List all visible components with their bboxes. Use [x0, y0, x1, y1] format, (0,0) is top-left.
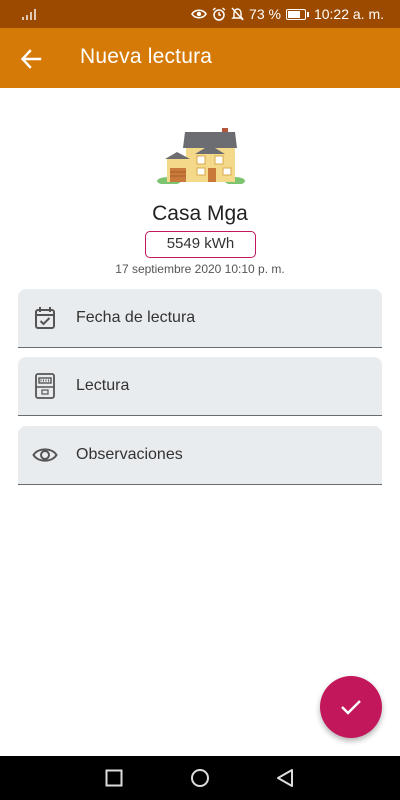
date-field[interactable]: Fecha de lectura: [18, 289, 382, 348]
home-button[interactable]: [190, 768, 210, 788]
reading-timestamp: 17 septiembre 2020 10:10 p. m.: [115, 262, 285, 276]
home-circle-icon: [191, 769, 209, 787]
check-icon: [341, 700, 361, 715]
back-button[interactable]: [18, 46, 44, 72]
observations-field[interactable]: Observaciones: [18, 426, 382, 485]
arrow-left-icon: [20, 49, 42, 69]
recents-button[interactable]: [104, 768, 124, 788]
battery-percent: 73 %: [249, 6, 281, 22]
status-bar: 73 % 10:22 a. m.: [0, 0, 400, 28]
reading-field[interactable]: Lectura: [18, 357, 382, 416]
page-title: Nueva lectura: [80, 45, 213, 68]
eye-icon: [191, 9, 207, 19]
app-bar: Nueva lectura: [0, 28, 400, 88]
date-field-label: Fecha de lectura: [76, 309, 196, 326]
house-icon: [157, 128, 245, 184]
system-back-button[interactable]: [275, 768, 295, 788]
meter-icon: [32, 373, 58, 399]
save-button[interactable]: [320, 676, 382, 738]
alarm-icon: [212, 7, 226, 21]
calendar-check-icon: [32, 305, 58, 331]
eye-icon: [32, 442, 58, 468]
battery-icon: [285, 8, 309, 20]
status-indicators: 73 % 10:22 a. m.: [191, 0, 384, 28]
recents-square-icon: [105, 769, 123, 787]
reading-badge: 5549 kWh: [145, 231, 256, 258]
observations-field-label: Observaciones: [76, 446, 183, 463]
system-nav-bar: [0, 756, 400, 800]
clock: 10:22 a. m.: [313, 6, 384, 22]
property-name: Casa Mga: [152, 202, 248, 225]
reading-field-label: Lectura: [76, 377, 130, 394]
signal-icon: [22, 8, 38, 20]
mute-icon: [231, 7, 244, 21]
back-triangle-icon: [277, 769, 293, 787]
